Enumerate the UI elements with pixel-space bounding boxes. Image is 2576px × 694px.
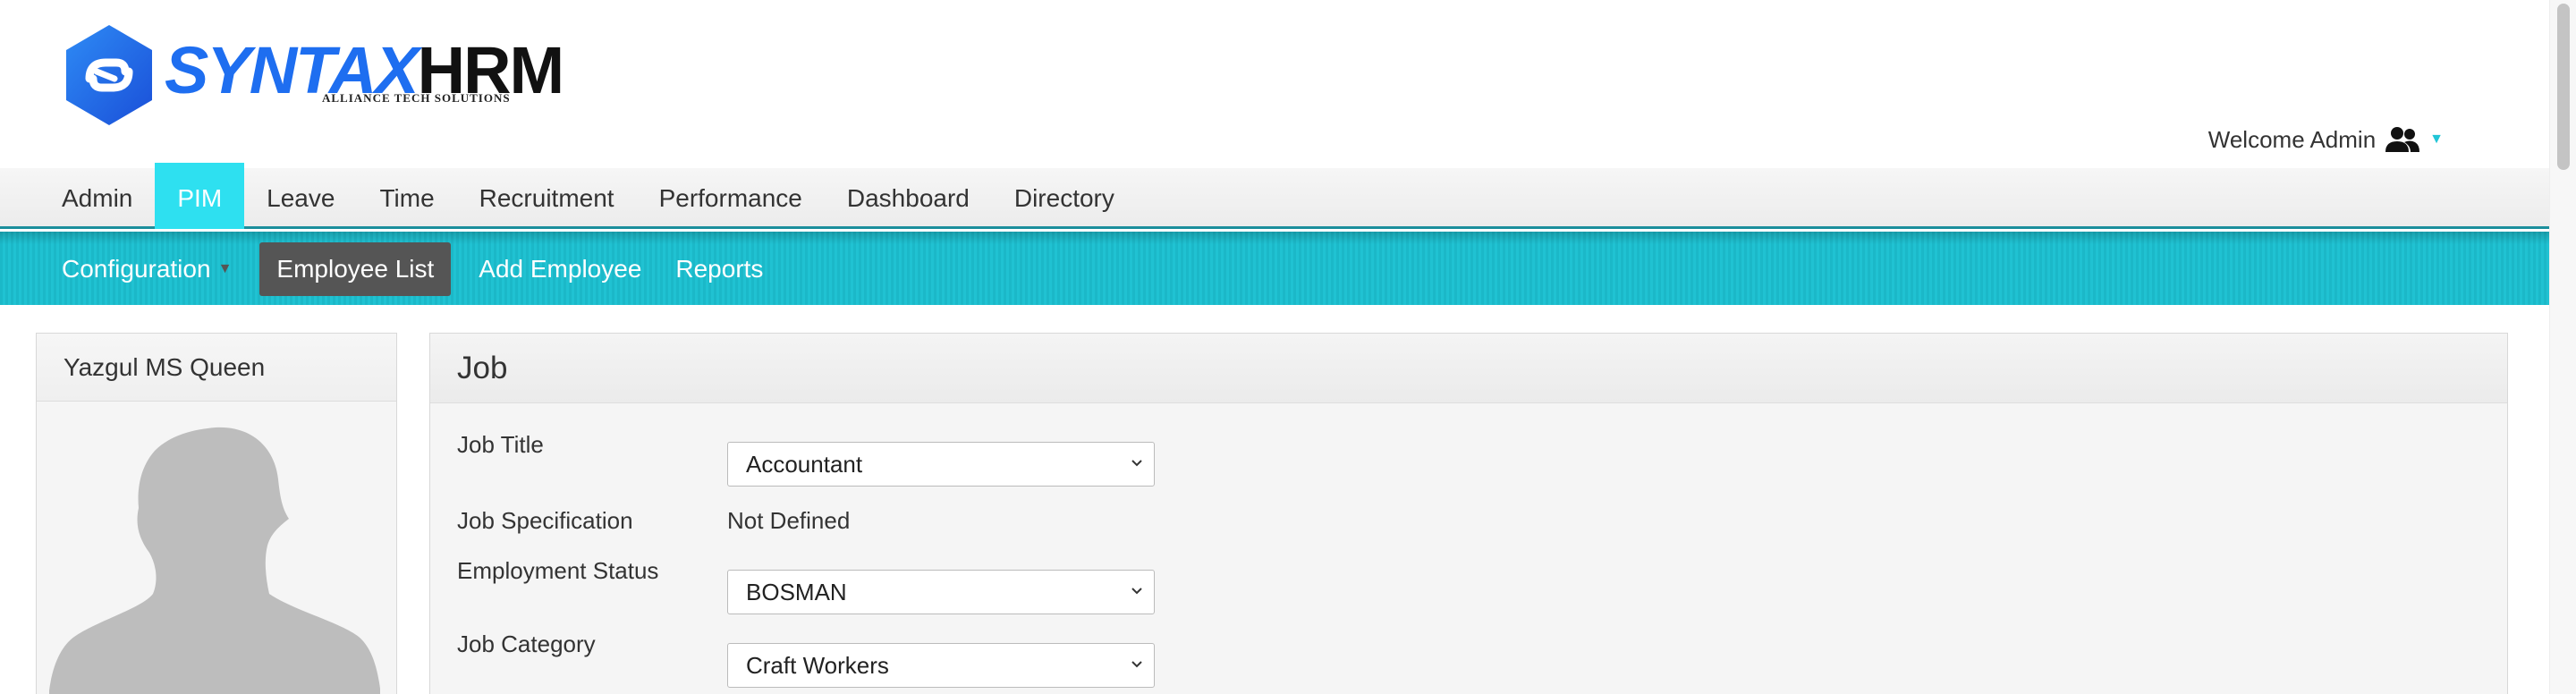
employee-name: Yazgul MS Queen	[37, 334, 396, 402]
subnav-item-configuration[interactable]: Configuration ▼	[45, 242, 249, 296]
job-specification-row: Job Specification Not Defined	[457, 507, 850, 535]
nav-item-leave[interactable]: Leave	[244, 168, 357, 229]
job-title-value: Accountant	[746, 451, 863, 478]
job-category-select[interactable]: Craft Workers	[727, 643, 1155, 688]
nav-item-admin[interactable]: Admin	[39, 168, 155, 229]
job-category-row: Job Category Craft Workers	[457, 629, 1155, 688]
scrollbar-thumb[interactable]	[2557, 4, 2570, 170]
chevron-down-icon: ▼	[2429, 131, 2444, 147]
nav-item-time[interactable]: Time	[357, 168, 456, 229]
nav-item-directory[interactable]: Directory	[992, 168, 1137, 229]
employment-status-value: BOSMAN	[746, 579, 847, 605]
syntaxhrm-logo[interactable]: SYNTAXHRM ALLIANCE TECH SOLUTIONS	[63, 23, 564, 131]
job-title-label: Job Title	[457, 431, 544, 458]
job-category-label: Job Category	[457, 631, 596, 657]
job-specification-label: Job Specification	[457, 507, 633, 534]
job-specification-value: Not Defined	[727, 507, 851, 534]
logo-hexagon-icon	[66, 25, 152, 125]
employment-status-select[interactable]: BOSMAN	[727, 570, 1155, 614]
page-scrollbar[interactable]	[2549, 0, 2576, 694]
job-panel-title: Job	[430, 334, 2507, 403]
person-silhouette-icon	[49, 427, 380, 694]
profile-photo[interactable]	[37, 402, 396, 694]
nav-item-performance[interactable]: Performance	[637, 168, 825, 229]
welcome-label: Welcome Admin	[2207, 125, 2377, 153]
employment-status-row: Employment Status BOSMAN	[457, 555, 1155, 614]
logo-tagline: ALLIANCE TECH SOLUTIONS	[322, 91, 511, 105]
nav-item-pim[interactable]: PIM	[155, 163, 245, 229]
job-title-row: Job Title Accountant	[457, 431, 1155, 487]
employment-status-label: Employment Status	[457, 557, 659, 584]
nav-item-recruitment[interactable]: Recruitment	[457, 168, 637, 229]
chevron-down-icon	[1131, 588, 1142, 595]
chevron-down-icon	[1131, 661, 1142, 668]
job-title-select[interactable]: Accountant	[727, 442, 1155, 487]
chevron-down-icon	[1131, 460, 1142, 467]
sub-navigation: Configuration ▼ Employee List Add Employ…	[0, 232, 2549, 305]
subnav-item-reports[interactable]: Reports	[658, 242, 780, 296]
users-icon	[2385, 125, 2420, 154]
job-panel: Job Job Title Accountant Job Specificati…	[429, 333, 2508, 694]
nav-item-dashboard[interactable]: Dashboard	[825, 168, 992, 229]
caret-down-icon: ▼	[217, 261, 233, 276]
main-navigation: Admin PIM Leave Time Recruitment Perform…	[0, 163, 2549, 229]
welcome-menu[interactable]: Welcome Admin ▼	[2208, 125, 2444, 154]
profile-panel: Yazgul MS Queen	[36, 333, 397, 694]
subnav-item-employee-list[interactable]: Employee List	[259, 242, 452, 296]
job-category-value: Craft Workers	[746, 652, 889, 679]
header: SYNTAXHRM ALLIANCE TECH SOLUTIONS Welcom…	[0, 0, 2549, 168]
subnav-item-add-employee[interactable]: Add Employee	[462, 242, 658, 296]
subnav-configuration-label: Configuration	[62, 255, 211, 283]
